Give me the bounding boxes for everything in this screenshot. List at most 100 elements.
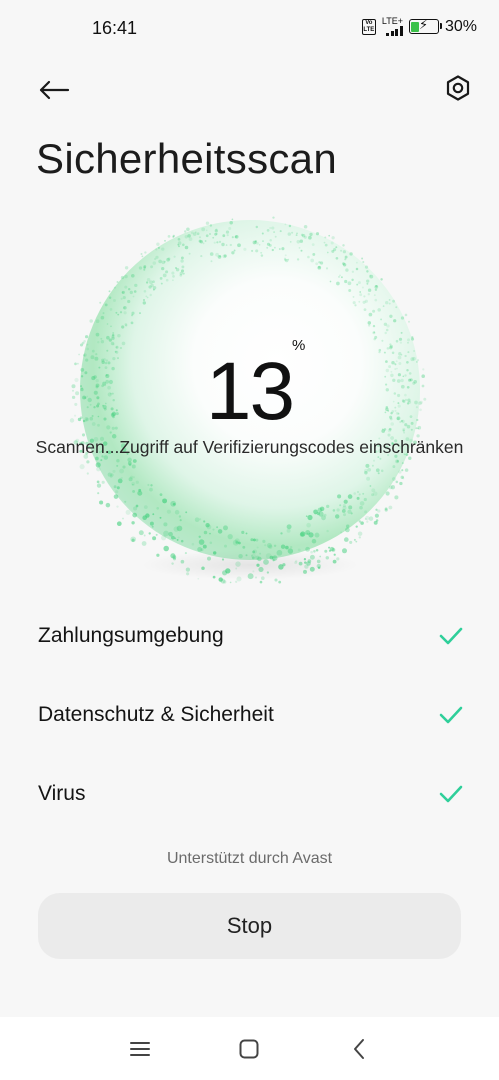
settings-button[interactable]: [438, 68, 478, 108]
orb-particle: [141, 541, 147, 546]
orb-particle: [351, 270, 355, 273]
orb-particle: [255, 538, 259, 542]
orb-particle: [131, 464, 136, 469]
stop-button[interactable]: Stop: [38, 893, 461, 959]
orb-particle: [260, 254, 264, 257]
orb-particle: [191, 542, 195, 546]
orb-particle: [336, 508, 340, 512]
orb-particle: [266, 542, 272, 549]
orb-particle: [152, 536, 157, 541]
orb-particle: [188, 237, 193, 241]
orb-particle: [283, 257, 287, 260]
orb-particle: [355, 540, 358, 543]
nav-back-button[interactable]: [339, 1031, 379, 1067]
orb-particle: [141, 255, 144, 258]
orb-particle: [148, 532, 151, 535]
orb-particle: [354, 304, 357, 307]
orb-particle: [353, 492, 356, 495]
orb-particle: [122, 296, 126, 300]
home-button[interactable]: [229, 1031, 269, 1067]
orb-particle: [392, 465, 396, 469]
orb-particle: [116, 281, 119, 283]
orb-particle: [138, 530, 144, 536]
status-time: 16:41: [92, 18, 138, 38]
orb-particle: [371, 464, 374, 467]
orb-particle: [209, 233, 211, 235]
orb-particle: [303, 569, 307, 574]
orb-particle: [309, 566, 315, 572]
orb-particle: [324, 236, 327, 239]
orb-particle: [145, 513, 150, 518]
orb-particle: [112, 333, 115, 337]
orb-particle: [278, 564, 284, 570]
orb-particle: [241, 530, 245, 535]
orb-particle: [252, 538, 256, 542]
orb-particle: [132, 459, 137, 463]
orb-particle: [339, 504, 342, 507]
orb-particle: [401, 469, 404, 472]
orb-particle: [364, 265, 369, 269]
menu-icon: [130, 1042, 150, 1056]
orb-particle: [379, 457, 382, 460]
orb-particle: [119, 468, 125, 474]
check-item-payment: Zahlungsumgebung: [38, 596, 463, 675]
orb-particle: [96, 480, 100, 484]
orb-particle: [363, 295, 366, 298]
recent-apps-button[interactable]: [120, 1031, 160, 1067]
orb-particle: [131, 521, 135, 525]
orb-particle: [318, 261, 321, 264]
orb-particle: [177, 237, 181, 241]
battery-icon: ⚡: [408, 17, 442, 34]
orb-particle: [174, 509, 180, 515]
gear-icon: [446, 75, 470, 101]
orb-particle: [143, 299, 145, 301]
orb-particle: [200, 548, 204, 552]
orb-particle: [355, 267, 359, 271]
orb-particle: [337, 494, 342, 499]
orb-particle: [273, 544, 277, 548]
orb-particle: [188, 252, 191, 255]
orb-particle: [393, 319, 397, 323]
orb-particle: [390, 485, 396, 490]
orb-particle: [411, 336, 414, 339]
orb-particle: [358, 493, 361, 496]
orb-particle: [108, 290, 111, 293]
orb-particle: [342, 250, 346, 254]
orb-particle: [256, 563, 260, 567]
arrow-left-icon: [39, 80, 70, 100]
orb-particle: [325, 267, 329, 270]
orb-particle: [364, 470, 368, 475]
orb-particle: [201, 227, 206, 232]
orb-particle: [116, 486, 120, 490]
page-title: Sicherheitsscan: [36, 135, 337, 182]
orb-particle: [134, 283, 138, 288]
orb-particle: [328, 546, 331, 549]
orb-particle: [95, 332, 100, 337]
volte-icon: Vo LTE: [361, 18, 376, 35]
orb-particle: [310, 258, 315, 263]
orb-particle: [167, 235, 171, 238]
orb-particle: [373, 294, 376, 296]
orb-particle: [171, 535, 175, 540]
orb-particle: [86, 460, 90, 464]
orb-particle: [305, 546, 310, 552]
orb-particle: [315, 232, 320, 236]
orb-particle: [96, 483, 102, 488]
orb-particle: [216, 241, 219, 244]
orb-particle: [330, 241, 334, 245]
orb-particle: [127, 457, 132, 463]
orb-particle: [382, 305, 385, 307]
orb-particle: [325, 556, 330, 560]
orb-particle: [299, 532, 304, 537]
orb-particle: [369, 274, 374, 279]
orb-particle: [384, 331, 387, 335]
back-button[interactable]: [34, 70, 74, 110]
orb-particle: [124, 285, 128, 289]
orb-particle: [288, 224, 292, 228]
orb-particle: [112, 469, 116, 473]
orb-particle: [342, 505, 347, 510]
orb-particle: [374, 513, 379, 518]
orb-particle: [368, 312, 373, 317]
orb-particle: [386, 324, 390, 328]
orb-particle: [100, 315, 105, 320]
